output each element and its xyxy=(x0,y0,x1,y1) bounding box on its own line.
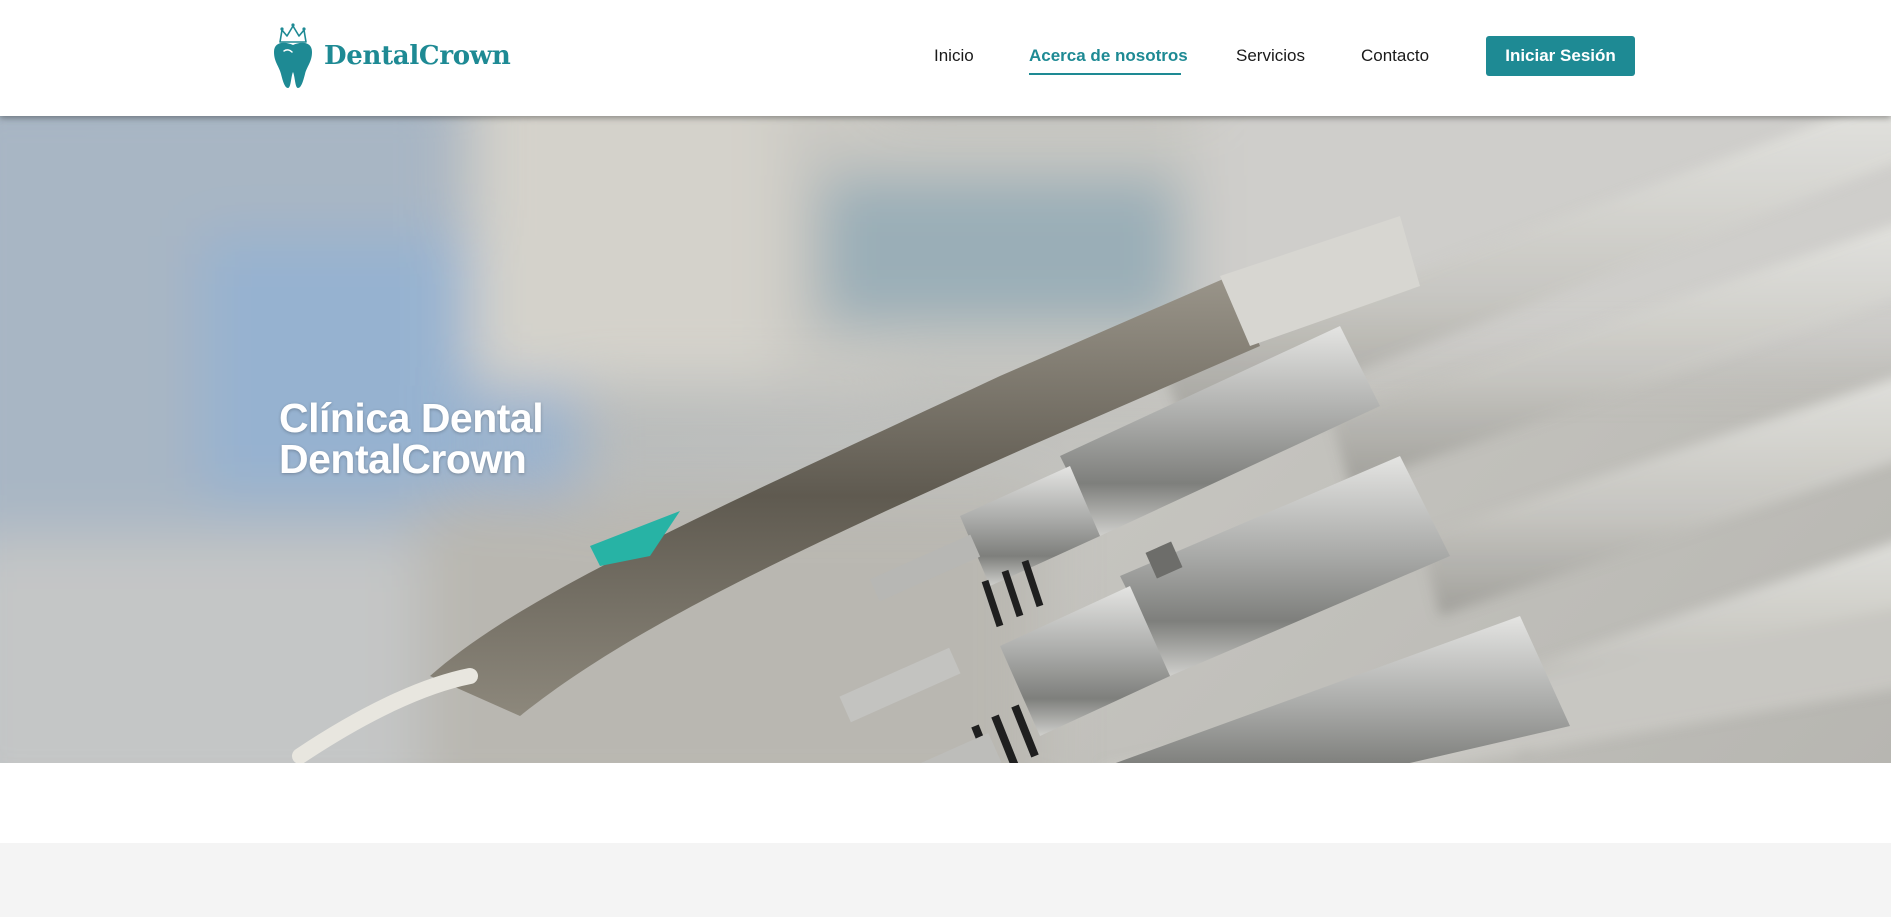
login-button[interactable]: Iniciar Sesión xyxy=(1486,36,1635,76)
site-header: DentalCrown Inicio Acerca de nosotros Se… xyxy=(0,0,1891,116)
nav-link-acerca[interactable]: Acerca de nosotros xyxy=(1029,44,1188,68)
active-nav-indicator xyxy=(1029,73,1181,75)
hero-title-line2: DentalCrown xyxy=(279,436,527,482)
nav-link-servicios[interactable]: Servicios xyxy=(1236,44,1305,68)
hero-banner: Clínica Dental DentalCrown xyxy=(0,116,1891,763)
nav-link-contacto[interactable]: Contacto xyxy=(1361,44,1429,68)
nav-link-inicio[interactable]: Inicio xyxy=(934,44,974,68)
next-section-band xyxy=(0,843,1891,917)
hero-title: Clínica Dental DentalCrown xyxy=(279,395,544,482)
hero-title-line1: Clínica Dental xyxy=(279,395,544,441)
content-spacer xyxy=(0,763,1891,843)
main-nav: Inicio Acerca de nosotros Servicios Cont… xyxy=(0,0,1891,116)
